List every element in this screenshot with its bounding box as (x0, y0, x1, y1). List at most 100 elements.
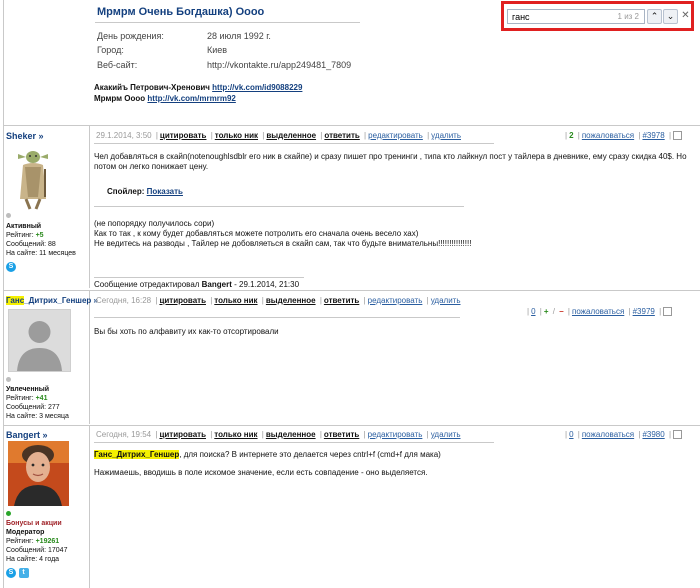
post-3-edit-button[interactable]: редактировать (368, 430, 423, 439)
page-left-border (3, 0, 4, 588)
post-2-plus-button[interactable]: + (544, 307, 549, 316)
post-3-reply-count[interactable]: 0 (569, 430, 573, 439)
profile-value-birthday: 28 июля 1992 г. (207, 31, 271, 41)
post-2-selected-button[interactable]: выделенное (266, 296, 316, 305)
find-close-button[interactable]: ✕ (680, 9, 691, 24)
post-2-minus-button[interactable]: – (559, 307, 563, 316)
post-2-rank: Увлеченный (6, 386, 50, 393)
chevron-up-icon: ⌃ (650, 11, 659, 21)
find-bar: ганс 1 из 2 ⌃ ⌄ ✕ (501, 1, 694, 31)
find-prev-button[interactable]: ⌃ (647, 9, 662, 24)
post-1-selected-button[interactable]: выделенное (266, 131, 316, 140)
post-2-select-checkbox[interactable] (663, 307, 673, 317)
skype-icon: S (6, 262, 16, 272)
post-1-rank: Активный (6, 223, 42, 230)
post-2-online: На сайте: 3 месяца (6, 413, 69, 420)
find-query: ганс (512, 12, 530, 22)
post-2-nick-button[interactable]: только ник (214, 296, 257, 305)
post-3-quote-button[interactable]: цитировать (159, 430, 206, 439)
post-3-date: Сегодня, 19:54 (96, 430, 152, 439)
post-3-toolbar: Сегодня, 19:54 | цитировать | только ник |… (96, 430, 461, 439)
profile-title: Мрмрм Очень Богдашка) Оооо (97, 6, 265, 18)
post-1-spoiler-underline (94, 206, 464, 207)
post-3-rightbar: | 0 | пожаловаться | #3980 | (563, 430, 683, 440)
post-3-select-checkbox[interactable] (673, 430, 683, 440)
post-1-quote-button[interactable]: цитировать (160, 131, 207, 140)
skype-icon[interactable]: S (6, 568, 16, 578)
post-1-divider (89, 126, 90, 288)
post-3-body-2: Нажимаешь, вводишь в поле искомое значен… (94, 468, 428, 477)
post-1-edited-underline (94, 277, 304, 278)
post-3-complain-button[interactable]: пожаловаться (582, 430, 634, 439)
post-1-body-2-line-1: (не попорядку получилось сори) (94, 219, 215, 228)
post-1-complain-button[interactable]: пожаловаться (582, 131, 634, 140)
profile-line-1: Акакийъ Петрович-Хренович http://vk.com/… (94, 83, 302, 92)
post-2-edit-button[interactable]: редактировать (368, 296, 423, 305)
post-2-number[interactable]: #3979 (633, 307, 655, 316)
post-1-body-1: Чел добавляться в скайп(notenoughlsdblr … (94, 152, 687, 171)
post-3-avatar (8, 441, 69, 506)
post-2-delete-button[interactable]: удалить (431, 296, 461, 305)
profile-title-underline (95, 22, 360, 23)
chevron-down-icon: ⌄ (666, 11, 675, 21)
profile-label-birthday: День рождения: (97, 31, 164, 41)
post-1-online: На сайте: 11 месяцев (6, 250, 76, 257)
profile-line-1-text: Акакийъ Петрович-Хренович (94, 83, 213, 92)
post-1-edit-button[interactable]: редактировать (368, 131, 423, 140)
post-2-author-rest: _Дитрих_Геншер » (24, 296, 98, 305)
post-2-quote-button[interactable]: цитировать (159, 296, 206, 305)
profile-label-website: Веб-сайт: (97, 60, 138, 70)
post-3-author[interactable]: Bangert » (6, 430, 48, 440)
post-1-avatar (8, 143, 58, 211)
post-2-toolbar-underline (94, 317, 460, 318)
profile-line-2-text: Мрмрм Оооо (94, 94, 148, 103)
post-3-toolbar-underline (94, 442, 494, 443)
post-1-spoiler-show-link[interactable]: Показать (147, 187, 183, 196)
post-2-date: Сегодня, 16:28 (96, 296, 152, 305)
post-3-delete-button[interactable]: удалить (431, 430, 461, 439)
post-1-toolbar-underline (94, 143, 494, 144)
post-3-status-dot (6, 510, 11, 519)
post-1-top-border (3, 125, 700, 126)
twitter-icon[interactable]: t (18, 568, 29, 578)
post-3-rank: Модератор (6, 529, 45, 536)
post-1-skype[interactable]: S (6, 260, 16, 272)
profile-link-1[interactable]: http://vk.com/id9088229 (212, 83, 302, 92)
post-3-nick-button[interactable]: только ник (214, 430, 257, 439)
post-1-messages: Сообщений: 88 (6, 241, 56, 248)
post-3-top-border (3, 425, 700, 426)
post-2-reply-count[interactable]: 0 (531, 307, 535, 316)
close-icon: ✕ (681, 10, 690, 21)
post-2-top-border (3, 290, 700, 291)
post-2-complain-button[interactable]: пожаловаться (572, 307, 624, 316)
post-1-spoiler-label: Спойлер: (107, 187, 147, 196)
post-2-divider (89, 291, 90, 424)
post-2-rating-label: Рейтинг: (6, 395, 36, 402)
profile-link-2[interactable]: http://vk.com/mrmrm92 (147, 94, 235, 103)
post-2-rightbar: | 0 | + / – | пожаловаться | #3979 | (525, 307, 673, 317)
post-1-nick-button[interactable]: только ник (215, 131, 258, 140)
post-3-reply-button[interactable]: ответить (324, 430, 359, 439)
profile-value-website[interactable]: http://vkontakte.ru/app249481_7809 (207, 60, 351, 70)
post-3-selected-button[interactable]: выделенное (266, 430, 316, 439)
post-1-author[interactable]: Sheker » (6, 131, 44, 141)
post-2-author[interactable]: Ганс_Дитрих_Геншер » (6, 296, 98, 305)
post-2-reply-button[interactable]: ответить (324, 296, 359, 305)
post-3-messages: Сообщений: 17047 (6, 547, 68, 554)
post-3-divider (89, 426, 90, 588)
post-1-number[interactable]: #3978 (642, 131, 664, 140)
post-3-social: S t (6, 566, 29, 578)
post-3-number[interactable]: #3980 (642, 430, 664, 439)
post-3-rating: Рейтинг: +19261 (6, 537, 59, 546)
find-next-button[interactable]: ⌄ (663, 9, 678, 24)
post-3-body-1: Ганс_Дитрих_Геншер, для поиска? В интерн… (94, 450, 441, 460)
find-input[interactable]: ганс 1 из 2 (507, 9, 645, 24)
post-3-body-1-rest: , для поиска? В интернете это делается ч… (179, 450, 441, 459)
post-1-select-checkbox[interactable] (673, 131, 683, 141)
post-1-reply-count[interactable]: 2 (569, 131, 573, 140)
post-3-rating-value: +19261 (35, 538, 60, 545)
post-1-reply-button[interactable]: ответить (324, 131, 359, 140)
post-1-delete-button[interactable]: удалить (431, 131, 461, 140)
post-1-rightbar: | 2 | пожаловаться | #3978 | (563, 131, 683, 141)
post-1-body-2-line-3: Не ведитесь на разводы , Тайлер не добов… (94, 239, 472, 248)
